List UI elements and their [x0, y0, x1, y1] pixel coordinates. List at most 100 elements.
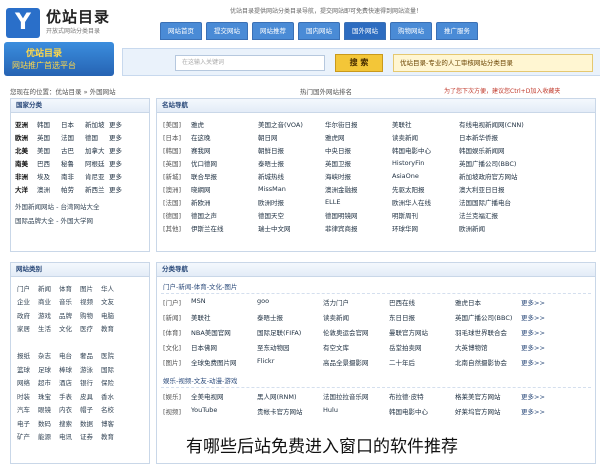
site-link[interactable]: 优口德网 [191, 158, 258, 168]
country-link[interactable]: 埃及 [37, 171, 61, 181]
country-link[interactable]: 韩国 [37, 119, 61, 129]
site-link[interactable]: AsiaOne [392, 172, 459, 180]
site-link[interactable]: 明斯周刊 [392, 210, 459, 220]
row-category[interactable]: [美国] [163, 119, 191, 129]
site-link[interactable]: 环球华网 [392, 223, 459, 233]
class-link[interactable]: 博客 [101, 418, 122, 428]
site-link[interactable]: 韩国电影中心 [389, 406, 455, 416]
class-link[interactable]: 帽子 [80, 404, 101, 414]
class-link[interactable]: 门户 [17, 283, 38, 293]
site-link[interactable]: 曼联官方网站 [389, 327, 455, 337]
class-link[interactable]: 保险 [101, 377, 122, 387]
site-link[interactable]: MissMan [258, 185, 325, 193]
class-link[interactable]: 杂志 [38, 350, 59, 360]
more-link[interactable]: 更多>> [521, 327, 551, 337]
class-link[interactable]: 皮具 [80, 391, 101, 401]
nav-tab-promotion[interactable]: 推广服务 [436, 22, 478, 40]
class-link[interactable]: 时装 [17, 391, 38, 401]
class-link[interactable]: 足球 [38, 364, 59, 374]
class-link[interactable]: 篮球 [17, 364, 38, 374]
site-link[interactable]: YouTube [191, 406, 257, 416]
site-link[interactable]: NBA美国官网 [191, 327, 257, 337]
class-link[interactable]: 文化 [59, 323, 80, 333]
row-category[interactable]: [日本] [163, 132, 191, 142]
site-link[interactable]: 大英博物馆 [455, 342, 521, 352]
site-link[interactable]: 在这晚 [191, 132, 258, 142]
more-link[interactable]: 更多>> [521, 391, 551, 401]
row-category[interactable]: [文化] [163, 342, 191, 352]
site-link[interactable]: Flickr [257, 357, 323, 367]
class-link[interactable]: 内衣 [59, 404, 80, 414]
class-link[interactable]: 棒球 [59, 364, 80, 374]
country-link[interactable]: 帕劳 [61, 184, 85, 194]
category-group-title[interactable]: 娱乐-视频-文友-动漫-游戏 [163, 375, 237, 385]
class-link[interactable]: 汽车 [17, 404, 38, 414]
country-link[interactable]: 肯尼亚 [85, 171, 109, 181]
country-link[interactable]: 古巴 [61, 145, 85, 155]
class-link[interactable]: 数据 [80, 418, 101, 428]
nav-tab-shopping[interactable]: 购物网站 [390, 22, 432, 40]
site-link[interactable]: 菲律宾商报 [325, 223, 392, 233]
row-category[interactable]: [门户] [163, 297, 191, 307]
country-link[interactable]: 巴西 [37, 158, 61, 168]
class-link[interactable]: 眼镜 [38, 404, 59, 414]
site-link[interactable]: 德国之声 [191, 210, 258, 220]
nav-tab-submit[interactable]: 提交网站 [206, 22, 248, 40]
site-link[interactable]: 法国拉拉音乐网 [323, 391, 389, 401]
site-link[interactable]: 伊斯兰在线 [191, 223, 258, 233]
class-link[interactable]: 超市 [38, 377, 59, 387]
class-link[interactable]: 家居 [17, 323, 38, 333]
more-link[interactable]: 更多>> [521, 297, 551, 307]
site-link[interactable]: 国际足联(FIFA) [257, 327, 323, 337]
site-link[interactable]: 瑞士中文网 [258, 223, 325, 233]
row-category[interactable]: [娱乐] [163, 391, 191, 401]
site-link[interactable]: 读卖新闻 [392, 132, 459, 142]
more-link[interactable]: 更多 [109, 184, 133, 194]
extra-link[interactable]: 外国新闻网站 - 台湾网站大全 [15, 201, 133, 211]
site-link[interactable]: 全美电视网 [191, 391, 257, 401]
class-link[interactable]: 企业 [17, 296, 38, 306]
class-link[interactable]: 视频 [80, 296, 101, 306]
country-link[interactable]: 新西兰 [85, 184, 109, 194]
site-link[interactable]: 法兰克福汇报 [459, 210, 559, 220]
class-link[interactable]: 电讯 [59, 431, 80, 441]
site-link[interactable]: 澳大利亚日日报 [459, 184, 559, 194]
country-link[interactable]: 法国 [61, 132, 85, 142]
site-link[interactable]: 欧洲时报 [258, 197, 325, 207]
country-link[interactable]: 德国 [85, 132, 109, 142]
class-link[interactable]: 品牌 [59, 310, 80, 320]
row-category[interactable]: [澳洲] [163, 184, 191, 194]
site-link[interactable]: 雅虎 [191, 119, 258, 129]
site-link[interactable]: 东日日报 [389, 312, 455, 322]
class-link[interactable]: 教育 [101, 431, 122, 441]
site-link[interactable]: 德国天空 [258, 210, 325, 220]
class-link[interactable]: 新闻 [38, 283, 59, 293]
country-link[interactable]: 南非 [61, 171, 85, 181]
class-link[interactable]: 图片 [80, 283, 101, 293]
site-logo[interactable]: Y 优站目录 开放式网站分类目录 [4, 4, 116, 40]
row-category[interactable]: [法国] [163, 197, 191, 207]
site-link[interactable]: 韩国娱乐新闻网 [459, 145, 559, 155]
site-link[interactable]: 朝日网 [258, 132, 325, 142]
extra-link[interactable]: 国际品牌大全 - 外国大学网 [15, 215, 133, 225]
class-link[interactable]: 报纸 [17, 350, 38, 360]
site-link[interactable]: 黑人网(RNM) [257, 391, 323, 401]
class-link[interactable]: 珠宝 [38, 391, 59, 401]
row-category[interactable]: [视频] [163, 406, 191, 416]
site-link[interactable]: 新城热线 [258, 171, 325, 181]
class-link[interactable]: 银行 [80, 377, 101, 387]
site-link[interactable]: 伦敦奥运会官网 [323, 327, 389, 337]
country-link[interactable]: 美国 [37, 145, 61, 155]
class-link[interactable]: 数码 [38, 418, 59, 428]
row-category[interactable]: [韩国] [163, 145, 191, 155]
site-link[interactable]: 岳堂拍卖网 [389, 342, 455, 352]
class-link[interactable]: 游戏 [38, 310, 59, 320]
site-link[interactable]: 华尔街日报 [325, 119, 392, 129]
class-link[interactable]: 网络 [17, 377, 38, 387]
site-link[interactable]: 有空文库 [323, 342, 389, 352]
more-link[interactable]: 更多>> [521, 342, 551, 352]
country-link[interactable]: 新加坡 [85, 119, 109, 129]
site-link[interactable]: 中央日报 [325, 145, 392, 155]
class-link[interactable]: 国际 [101, 364, 122, 374]
site-link[interactable]: 法国国际广播电台 [459, 197, 559, 207]
